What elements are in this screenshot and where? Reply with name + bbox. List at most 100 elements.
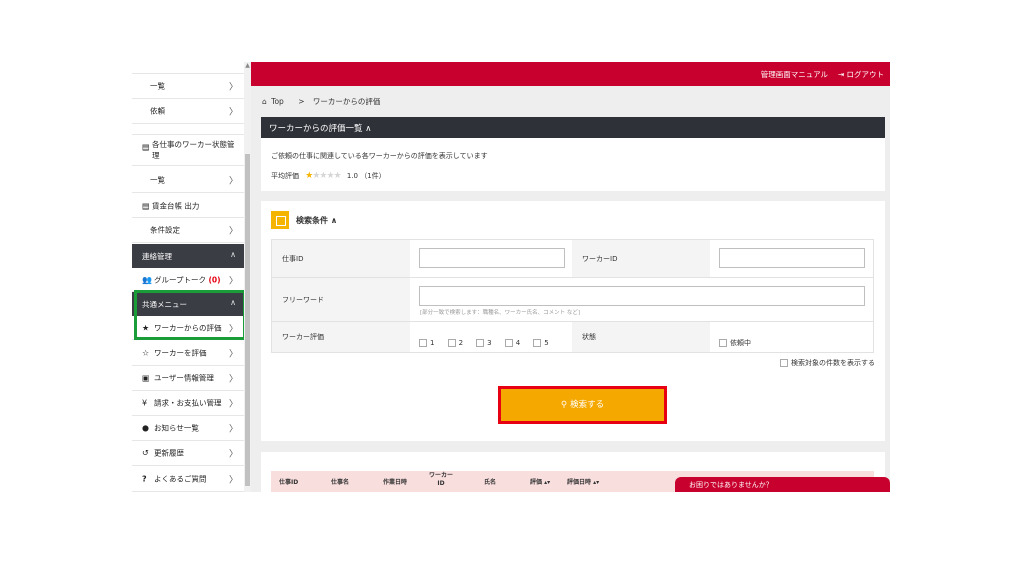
breadcrumb-home[interactable]: Top (271, 97, 284, 106)
column-header[interactable]: 評価 ▴▾ (530, 477, 550, 486)
evaluation-panel-header[interactable]: ワーカーからの評価一覧 ∧ (261, 117, 885, 138)
freeword-input[interactable] (419, 286, 865, 306)
column-header[interactable]: 作業日時 (383, 477, 407, 486)
worker-id-input[interactable] (719, 248, 865, 268)
sidebar-item-label: 一覧 (150, 175, 165, 184)
sidebar-item-request[interactable]: 依頼 〉 (132, 99, 244, 124)
sidebar-scrollbar[interactable]: ▲ (244, 62, 251, 492)
chevron-right-icon: 〉 (228, 226, 238, 237)
sidebar-item-status-list[interactable]: 一覧 〉 (132, 167, 244, 193)
section-label: 連絡管理 (142, 252, 172, 261)
status-label: 状態 (572, 322, 710, 352)
breadcrumb: ⌂ Top > ワーカーからの評価 (262, 96, 386, 107)
top-bar: 管理画面マニュアル ⇥ ログアウト (251, 62, 890, 86)
average-rating-label: 平均評価 (271, 172, 299, 180)
form-row-rating: ワーカー評価 1 2 3 4 5 状態 依頼中 (272, 322, 873, 352)
search-icon: ⚲ (560, 400, 571, 410)
sidebar-item-label: 請求・お支払い管理 (154, 398, 222, 408)
rating-checkboxes: 1 2 3 4 5 (419, 332, 557, 351)
sidebar-item-user-info[interactable]: ▣ ユーザー情報管理 〉 (132, 366, 244, 391)
sidebar-item-evaluate-worker[interactable]: ☆ ワーカーを評価 〉 (132, 341, 244, 366)
sidebar-item-label: 一覧 (150, 81, 165, 91)
freeword-hint: [部分一致で検索します：職種名、ワーカー氏名、コメント など] (420, 310, 581, 316)
logout-icon: ⇥ (837, 70, 847, 79)
column-header[interactable]: 仕事名 (331, 477, 349, 486)
column-header[interactable]: 仕事ID (279, 477, 298, 486)
sidebar-item-billing[interactable]: ¥ 請求・お支払い管理 〉 (132, 391, 244, 416)
yen-icon: ¥ (142, 398, 148, 408)
scrollbar-thumb[interactable] (245, 154, 250, 486)
show-count-checkbox[interactable] (780, 359, 788, 367)
help-tab[interactable]: お困りではありませんか？ (675, 477, 890, 492)
logout-link[interactable]: ⇥ ログアウト (838, 69, 884, 80)
status-options: 依頼中 (719, 332, 759, 351)
status-requesting-checkbox[interactable] (719, 338, 727, 347)
show-count-label: 検索対象の件数を表示する (791, 359, 875, 367)
sidebar-section-contact[interactable]: 連絡管理 ∧ (132, 244, 244, 268)
highlight-box-green (134, 290, 246, 340)
chevron-right-icon: 〉 (228, 349, 238, 360)
users-icon: 👥 (142, 275, 152, 284)
chevron-up-icon: ∧ (230, 250, 236, 259)
user-card-icon: ▣ (142, 373, 150, 383)
logout-label: ログアウト (846, 70, 885, 79)
rating-1-checkbox[interactable] (419, 338, 427, 347)
sidebar-item-partial (132, 62, 244, 74)
rating-option-label: 2 (458, 338, 464, 347)
search-button[interactable]: ⚲ 検索する (498, 386, 667, 424)
job-id-input[interactable] (419, 248, 565, 268)
average-rating: 平均評価 ★★★★★ 1.0 （1件） (271, 171, 386, 181)
sidebar-group-worker-status: ▤ 各仕事のワーカー状態管理 (132, 134, 244, 166)
rating-2-checkbox[interactable] (447, 338, 456, 347)
history-icon: ↺ (142, 448, 149, 458)
evaluation-description: ご依頼の仕事に関連している各ワーカーからの評価を表示しています (271, 152, 488, 160)
search-conditions-title[interactable]: 検索条件 ∧ (296, 215, 337, 226)
sidebar-item-label: お知らせ一覧 (154, 423, 199, 433)
chevron-right-icon: 〉 (228, 374, 238, 385)
sidebar-item-label: 条件設定 (150, 225, 180, 235)
breadcrumb-separator: > (298, 97, 305, 106)
search-panel: 検索条件 ∧ 仕事ID ワーカーID フリーワード [部分一致で検索します：職種… (261, 201, 885, 441)
sidebar-item-history[interactable]: ↺ 更新履歴 〉 (132, 441, 244, 466)
manual-link[interactable]: 管理画面マニュアル (761, 69, 828, 80)
sidebar: 一覧 〉 依頼 〉 ▤ 各仕事のワーカー状態管理 一覧 〉 ▤ 賃金台帳 出力 … (132, 62, 244, 492)
sidebar-item-label: よくあるご質問 (154, 474, 207, 483)
document-icon: ▤ (142, 201, 150, 210)
question-icon: ? (142, 474, 147, 483)
chevron-right-icon: 〉 (228, 176, 238, 186)
sidebar-item-label: 更新履歴 (154, 448, 184, 458)
sidebar-item-list[interactable]: 一覧 〉 (132, 74, 244, 99)
average-rating-value: 1.0 （1件） (346, 172, 386, 180)
chevron-right-icon: 〉 (228, 449, 238, 460)
sidebar-item-notices[interactable]: ● お知らせ一覧 〉 (132, 416, 244, 441)
star-outline-icon: ☆ (142, 348, 150, 358)
info-icon: ● (142, 423, 149, 433)
status-option-label: 依頼中 (730, 338, 751, 347)
column-header[interactable]: ワーカー ID (427, 472, 455, 488)
star-empty-icon: ★ (333, 171, 342, 181)
column-header[interactable]: 評価日時 ▴▾ (567, 477, 599, 486)
sidebar-group-wage-ledger: ▤ 賃金台帳 出力 (132, 194, 244, 218)
show-count-option[interactable]: 検索対象の件数を表示する (780, 358, 875, 368)
rating-3-checkbox[interactable] (476, 338, 485, 347)
rating-4-checkbox[interactable] (504, 338, 513, 347)
freeword-label: フリーワード (272, 278, 410, 321)
sidebar-item-faq[interactable]: ? よくあるご質問 〉 (132, 466, 244, 492)
rating-option-label: 3 (487, 338, 492, 347)
sidebar-group-label: 賃金台帳 出力 (152, 201, 200, 210)
search-button-label: 検索する (570, 400, 605, 410)
evaluation-panel: ワーカーからの評価一覧 ∧ ご依頼の仕事に関連している各ワーカーからの評価を表示… (261, 117, 885, 191)
chevron-right-icon: 〉 (228, 475, 238, 485)
rating-5-checkbox[interactable] (533, 338, 542, 347)
sidebar-item-group-talk[interactable]: 👥 グループトーク (0) 〉 (132, 268, 244, 292)
column-header[interactable]: 氏名 (484, 477, 496, 486)
rating-option-label: 5 (544, 338, 549, 347)
sidebar-item-label: 依頼 (150, 106, 165, 116)
chevron-right-icon: 〉 (228, 82, 238, 93)
sidebar-item-condition[interactable]: 条件設定 〉 (132, 218, 244, 243)
search-conditions-icon (271, 211, 289, 229)
home-icon: ⌂ (262, 97, 267, 106)
worker-rating-label: ワーカー評価 (272, 322, 410, 352)
main-content: 管理画面マニュアル ⇥ ログアウト ⌂ Top > ワーカーからの評価 ワーカー… (251, 62, 890, 492)
scroll-up-icon[interactable]: ▲ (244, 62, 251, 70)
